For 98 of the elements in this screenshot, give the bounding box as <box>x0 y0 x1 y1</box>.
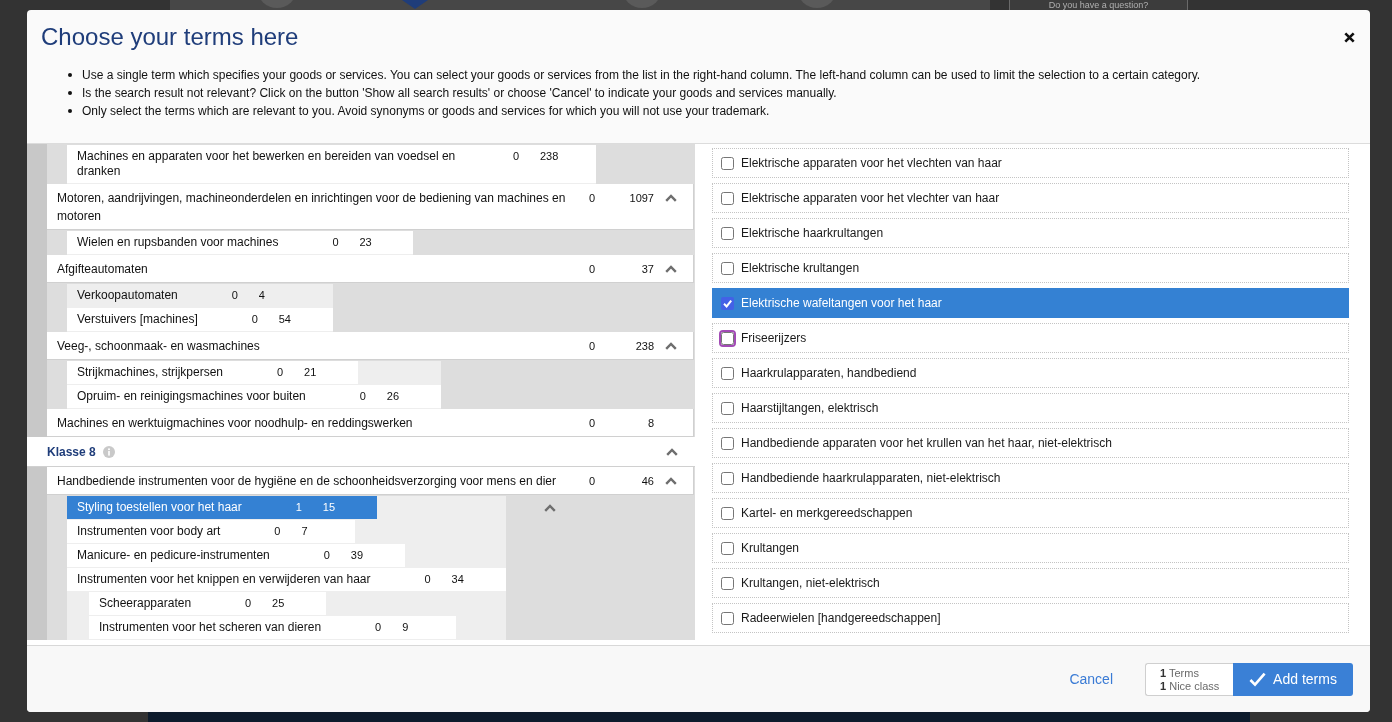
caret-up-icon[interactable] <box>543 504 556 512</box>
dialog-title: Choose your terms here <box>41 23 299 51</box>
selected-count: 0 <box>331 235 340 250</box>
term-option[interactable]: Elektrische wafeltangen voor het haar <box>712 288 1349 318</box>
checkbox[interactable] <box>721 401 734 415</box>
term-count: 7 <box>301 524 309 539</box>
checkbox[interactable] <box>721 261 734 275</box>
caret-up-icon[interactable] <box>666 447 678 456</box>
category-row[interactable]: Afgifteautomaten 0 37 <box>47 255 694 283</box>
category-row[interactable]: Veeg-, schoonmaak- en wasmachines 0 238 <box>47 332 694 360</box>
checkbox[interactable] <box>719 329 736 347</box>
selected-count: 0 <box>587 416 597 431</box>
subcategory-row[interactable]: Strijkmachines, strijkpersen 0 21 <box>67 361 359 384</box>
subcategory-row[interactable]: Machines en apparaten voor het bewerken en bereiden van voedsel en dranken 0 238 <box>67 145 597 183</box>
summary-text: 1 Nice class <box>1160 679 1221 693</box>
term-count: 37 <box>640 262 654 277</box>
term-count: 39 <box>350 548 364 563</box>
category-row[interactable]: Machines en werktuigmachines voor noodhulp- en reddingswerken 0 8 <box>47 409 694 437</box>
term-option[interactable]: Handbediende apparaten voor het krullen van het haar, niet-elektrisch <box>712 428 1349 458</box>
selected-count: 0 <box>276 365 285 380</box>
term-option[interactable]: Elektrische krultangen <box>712 253 1349 283</box>
term-option[interactable]: Kartel- en merkgereedschappen <box>712 498 1349 528</box>
selected-count: 0 <box>587 262 597 277</box>
check-icon <box>1249 671 1267 687</box>
subcategory-row[interactable]: Instrumenten voor body art 0 7 <box>67 520 356 543</box>
cancel-link[interactable]: Cancel <box>1069 671 1113 687</box>
subcategory-row[interactable]: Wielen en rupsbanden voor machines 0 23 <box>67 231 414 254</box>
term-option[interactable]: Elektrische apparaten voor het vlechten van haar <box>712 148 1349 178</box>
selected-count: 0 <box>244 596 253 611</box>
term-option[interactable]: Radeerwielen [handgereedschappen] <box>712 603 1349 633</box>
checkbox[interactable] <box>721 541 734 555</box>
checkbox[interactable] <box>721 226 734 240</box>
selected-count: 0 <box>374 620 383 635</box>
term-count: 238 <box>634 339 654 354</box>
instruction-text: Use a single term which specifies your goods or services. You can select your goods or services from the list in the right-hand column. The left-hand column can be used to limit the selection to a certain category. <box>82 67 1201 84</box>
selected-count: 0 <box>511 149 521 164</box>
subcategory-row[interactable]: Verstuivers [machines] 0 54 <box>67 308 333 331</box>
selected-count: 0 <box>250 312 259 327</box>
instruction-text: Only select the terms which are relevant to you. Avoid synonyms or goods and services for which you will not use your trademark. <box>82 103 770 120</box>
term-option[interactable]: Krultangen <box>712 533 1349 563</box>
category-row[interactable]: Motoren, aandrijvingen, machineonderdelen en inrichtingen voor de bediening van machines en motoren 0 1097 <box>47 184 694 230</box>
term-count: 4 <box>258 288 266 303</box>
term-option[interactable]: Haarstijltangen, elektrisch <box>712 393 1349 423</box>
add-terms-button[interactable]: Add terms <box>1233 662 1353 696</box>
term-count: 25 <box>272 596 286 611</box>
checkbox[interactable] <box>721 506 734 520</box>
checkbox[interactable] <box>721 471 734 485</box>
selected-count: 0 <box>358 389 367 404</box>
selected-count: 0 <box>587 191 597 206</box>
checkbox[interactable] <box>721 436 734 450</box>
term-option[interactable]: Elektrische haarkrultangen <box>712 218 1349 248</box>
selected-count: 1 <box>294 500 303 515</box>
selected-count: 0 <box>322 548 331 563</box>
subcategory-row[interactable]: Styling toestellen voor het haar 1 15 <box>67 496 377 519</box>
instruction-text: Is the search result not relevant? Click on the button 'Show all search results' or choose 'Cancel' to indicate your goods and services manually. <box>82 85 837 102</box>
bullet-icon <box>68 109 72 113</box>
caret-up-icon[interactable] <box>665 477 677 485</box>
term-count: 46 <box>640 474 654 489</box>
term-count: 8 <box>646 416 654 431</box>
selected-count: 0 <box>587 474 597 489</box>
selected-count: 0 <box>587 339 597 354</box>
term-count: 238 <box>540 149 559 164</box>
term-option[interactable]: Friseerijzers <box>712 323 1349 353</box>
info-icon <box>102 445 115 458</box>
checkbox[interactable] <box>721 296 734 310</box>
term-count: 9 <box>402 620 410 635</box>
term-count: 26 <box>386 389 401 404</box>
subcategory-row[interactable]: Scheerapparaten 0 25 <box>89 592 327 615</box>
bullet-icon <box>68 73 72 77</box>
term-option[interactable]: Krultangen, niet-elektrisch <box>712 568 1349 598</box>
summary-text: 1 Terms <box>1160 666 1200 680</box>
term-count: 1097 <box>628 191 654 206</box>
caret-up-icon[interactable] <box>665 265 677 273</box>
term-count: 15 <box>322 500 336 515</box>
subcategory-row[interactable]: Instrumenten voor het knippen en verwijderen van haar 0 34 <box>67 568 506 591</box>
checkbox[interactable] <box>721 156 734 170</box>
subcategory-row[interactable]: Manicure- en pedicure-instrumenten 0 39 <box>67 544 405 567</box>
subcategory-row[interactable]: Opruim- en reinigingsmachines voor buiten 0 26 <box>67 385 441 408</box>
checkbox[interactable] <box>721 576 734 590</box>
checkbox[interactable] <box>721 366 734 380</box>
term-option[interactable]: Elektrische apparaten voor het vlechter van haar <box>712 183 1349 213</box>
close-icon[interactable] <box>1344 31 1355 43</box>
caret-up-icon[interactable] <box>665 342 677 350</box>
term-count: 21 <box>304 365 318 380</box>
selected-count: 0 <box>423 572 432 587</box>
selected-count: 0 <box>230 288 239 303</box>
term-option[interactable]: Haarkrulapparaten, handbediend <box>712 358 1349 388</box>
term-option[interactable]: Handbediende haarkrulapparaten, niet-elektrisch <box>712 463 1349 493</box>
checkbox[interactable] <box>721 611 734 625</box>
selected-count: 0 <box>273 524 282 539</box>
category-row[interactable]: Handbediende instrumenten voor de hygiëne en de schoonheidsverzorging voor mens en dier 0 46 <box>47 467 694 495</box>
term-count: 23 <box>359 235 373 250</box>
subcategory-row[interactable]: Instrumenten voor het scheren van dieren 0 9 <box>89 616 457 639</box>
term-count: 34 <box>451 572 465 587</box>
checkbox[interactable] <box>721 191 734 205</box>
bullet-icon <box>68 91 72 95</box>
caret-up-icon[interactable] <box>665 194 677 202</box>
term-count: 54 <box>278 312 292 327</box>
